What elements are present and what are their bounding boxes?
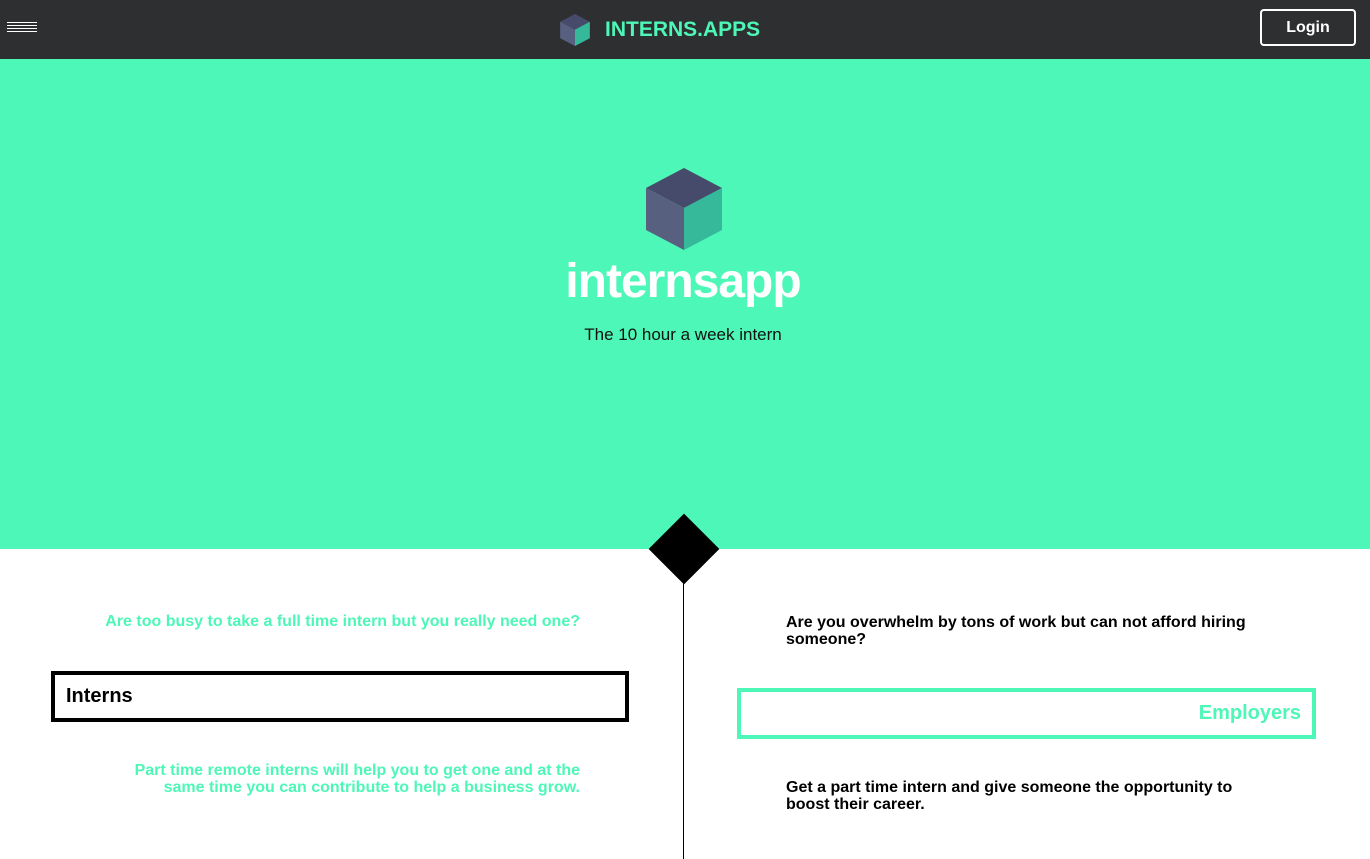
employers-button-label: Employers	[1198, 702, 1301, 724]
employers-button[interactable]: Employers	[737, 688, 1316, 739]
hero-section: internsapp The 10 hour a week intern	[0, 59, 1370, 549]
center-divider-line	[683, 560, 684, 859]
employers-question: Are you overwhelm by tons of work but ca…	[786, 614, 1246, 648]
hero-subtitle: The 10 hour a week intern	[584, 325, 782, 344]
interns-question: Are too busy to take a full time intern …	[105, 613, 580, 630]
brand-logo-link[interactable]: INTERNS.APPS	[560, 13, 760, 46]
login-button[interactable]: Login	[1260, 9, 1356, 46]
interns-description: Part time remote interns will help you t…	[134, 762, 580, 796]
cube-logo-icon	[646, 168, 722, 250]
brand-name: INTERNS.APPS	[605, 17, 761, 41]
interns-button[interactable]: Interns	[51, 671, 629, 722]
hero-title: internsapp	[565, 255, 801, 308]
hamburger-menu-icon[interactable]	[7, 22, 38, 34]
employers-description: Get a part time intern and give someone …	[786, 779, 1233, 813]
cube-logo-icon	[560, 13, 590, 46]
interns-button-label: Interns	[66, 685, 133, 707]
top-navbar: INTERNS.APPS Login	[0, 0, 1370, 59]
